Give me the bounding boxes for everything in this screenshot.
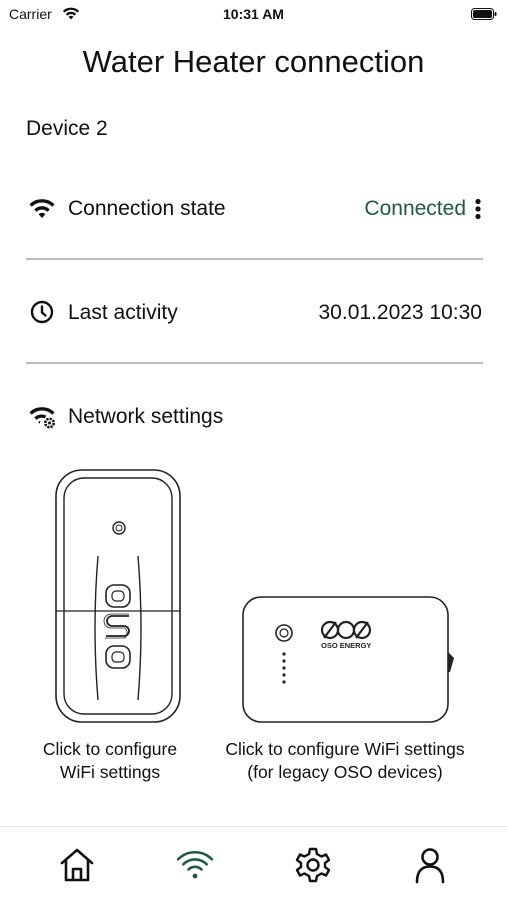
divider [26,258,483,260]
legacy-device-card[interactable]: OSO ENERGY Click to configure WiFi setti… [205,592,485,786]
person-icon[interactable] [410,845,450,885]
oso-device-image [55,469,181,723]
battery-icon [471,8,497,20]
last-activity-value: 30.01.2023 10:30 [318,301,483,324]
clock-icon [30,300,54,324]
legacy-device-caption[interactable]: Click to configure WiFi settings (for le… [205,738,485,784]
oso-energy-logo-text: OSO ENERGY [321,641,371,650]
connection-state-row: Connection state Connected [26,188,482,228]
status-time: 10:31 AM [223,6,284,22]
last-activity-label: Last activity [68,301,178,324]
legacy-caption-line2: (for legacy OSO devices) [247,762,443,782]
network-settings-label: Network settings [68,405,224,428]
oso-device-card[interactable]: Click to configure WiFi settings [30,468,190,786]
device-name: Device 2 [26,117,108,140]
wifi-icon[interactable] [175,845,215,885]
gear-icon[interactable] [293,845,333,885]
connection-state-label: Connection state [68,197,226,220]
divider [26,362,483,364]
oso-device-caption[interactable]: Click to configure WiFi settings [30,738,190,784]
status-bar: Carrier 10:31 AM [0,0,507,30]
connection-status-value: Connected [364,197,466,220]
page-title: Water Heater connection [82,44,425,79]
legacy-caption-line1: Click to configure WiFi settings [225,739,465,759]
tab-bar [0,826,507,901]
oso-caption-line1: Click to configure [42,739,178,759]
wifi-icon [29,199,55,218]
home-icon[interactable] [57,845,97,885]
more-options-icon[interactable] [474,197,482,221]
last-activity-row: Last activity 30.01.2023 10:30 [26,292,482,332]
legacy-device-image: OSO ENERGY [242,596,454,723]
wifi-settings-icon [29,407,55,429]
oso-logo [320,620,372,640]
oso-caption-line2: WiFi settings [59,762,161,782]
network-settings-row: Network settings [26,396,482,436]
